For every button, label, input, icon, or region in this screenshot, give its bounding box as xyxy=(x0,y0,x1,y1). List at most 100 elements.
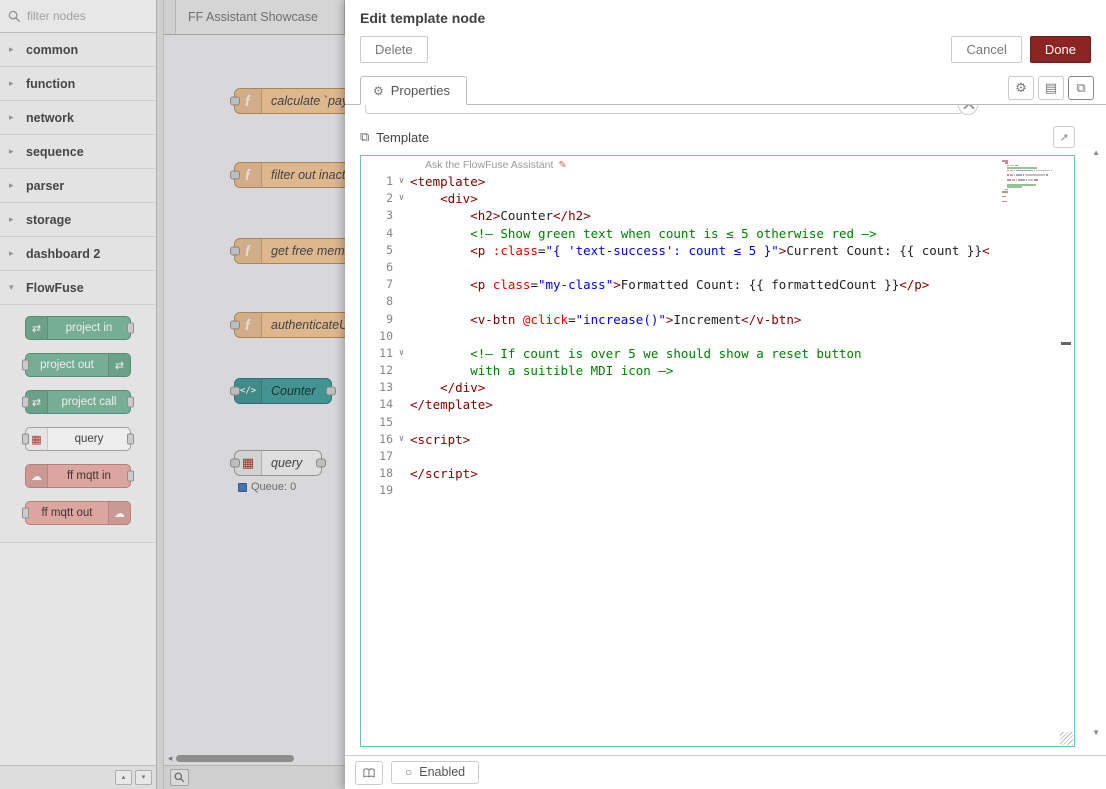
palette-node-project-in[interactable]: ⇄project in xyxy=(25,316,131,340)
palette-category-dashboard-2[interactable]: ▸dashboard 2 xyxy=(0,237,156,271)
palette-node-label: ff mqtt out xyxy=(26,502,108,524)
mqtt-icon: ☁ xyxy=(26,465,48,487)
description-button[interactable]: ▤ xyxy=(1038,76,1064,100)
cancel-button[interactable]: Cancel xyxy=(951,36,1021,63)
canvas-horizontal-scrollbar[interactable]: ◂ xyxy=(164,753,345,764)
node-port[interactable] xyxy=(230,387,240,396)
node-port[interactable] xyxy=(22,397,29,408)
palette-filter-input[interactable] xyxy=(27,9,137,23)
code-text[interactable]: <p :class="{ 'text-success': count ≤ 5 }… xyxy=(410,242,990,259)
done-button[interactable]: Done xyxy=(1030,36,1091,63)
code-text[interactable]: with a suitible MDI icon —> xyxy=(410,362,673,379)
node-port[interactable] xyxy=(127,471,134,482)
node-port[interactable] xyxy=(22,434,29,445)
line-number: 19 xyxy=(361,482,393,499)
enabled-toggle[interactable]: ○ Enabled xyxy=(391,761,479,784)
code-text[interactable]: </template> xyxy=(410,396,493,413)
workspace-footer xyxy=(164,765,345,789)
fold-toggle-icon[interactable]: ∨ xyxy=(393,190,410,207)
flow-node-get-free-memo[interactable]: ƒget free memo xyxy=(234,238,345,264)
code-text[interactable]: <p class="my-class">Formatted Count: {{ … xyxy=(410,276,929,293)
library-button[interactable] xyxy=(355,761,383,785)
node-port[interactable] xyxy=(230,459,240,468)
palette-node-project-out[interactable]: project out⇄ xyxy=(25,353,131,377)
scrolled-input-fragment[interactable] xyxy=(365,105,963,114)
expand-all-button[interactable]: ▾ xyxy=(135,770,152,785)
code-lines[interactable]: 1∨<template>2∨ <div>3 <h2>Counter</h2>4 … xyxy=(361,173,1074,500)
palette-scroll-area[interactable]: ▸common▸function▸network▸sequence▸parser… xyxy=(0,33,156,765)
scrollbar-thumb[interactable] xyxy=(176,755,294,762)
flow-node-filter-out-inacti[interactable]: ƒfilter out inacti xyxy=(234,162,345,188)
minimap[interactable] xyxy=(1002,160,1060,205)
palette-footer: ▴ ▾ xyxy=(0,765,156,789)
palette-category-common[interactable]: ▸common xyxy=(0,33,156,67)
flow-canvas[interactable]: Queue: 0 ƒcalculate `pay ƒfilter out inac… xyxy=(164,35,345,765)
line-number: 8 xyxy=(361,293,393,310)
assistant-hint[interactable]: Ask the FlowFuse Assistant ✎ xyxy=(425,159,567,171)
scroll-up-indicator[interactable] xyxy=(958,105,978,115)
node-port[interactable] xyxy=(326,387,336,396)
flow-node-query[interactable]: ▦query xyxy=(234,450,322,476)
code-line: 2∨ <div> xyxy=(361,190,1074,207)
edit-template-dialog: Edit template node Delete Cancel Done ⚙ … xyxy=(345,0,1106,789)
node-port[interactable] xyxy=(22,360,29,371)
palette-node-ff-mqtt-in[interactable]: ☁ff mqtt in xyxy=(25,464,131,488)
fold-toggle-icon[interactable]: ∨ xyxy=(393,431,410,448)
code-text[interactable]: <v-btn @click="increase()">Increment</v-… xyxy=(410,311,801,328)
code-text[interactable]: <template> xyxy=(410,173,485,190)
palette-node-label: project out xyxy=(26,354,108,376)
flow-node-authenticateu[interactable]: ƒauthenticateU xyxy=(234,312,345,338)
code-text[interactable]: <div> xyxy=(410,190,478,207)
code-text[interactable]: </script> xyxy=(410,465,478,482)
palette-search[interactable] xyxy=(0,0,156,33)
palette-category-storage[interactable]: ▸storage xyxy=(0,203,156,237)
scroll-left-icon[interactable]: ◂ xyxy=(164,753,176,764)
code-line: 8 xyxy=(361,293,1074,310)
zoom-search-button[interactable] xyxy=(170,769,189,786)
palette-category-parser[interactable]: ▸parser xyxy=(0,169,156,203)
node-port[interactable] xyxy=(230,321,240,330)
palette-resize-handle[interactable] xyxy=(157,0,164,789)
flow-node-counter[interactable]: </>Counter xyxy=(234,378,332,404)
palette-category-FlowFuse[interactable]: ▾FlowFuse xyxy=(0,271,156,305)
palette-category-sequence[interactable]: ▸sequence xyxy=(0,135,156,169)
fold-toggle-icon[interactable]: ∨ xyxy=(393,173,410,190)
node-port[interactable] xyxy=(127,397,134,408)
code-line: 13 </div> xyxy=(361,379,1074,396)
collapse-all-button[interactable]: ▴ xyxy=(115,770,132,785)
line-number: 14 xyxy=(361,396,393,413)
flow-node-calculate-pay[interactable]: ƒcalculate `pay xyxy=(234,88,345,114)
tray-scroll-up-icon[interactable]: ▲ xyxy=(1092,148,1100,157)
expand-editor-button[interactable]: ↗ xyxy=(1053,126,1075,148)
code-text[interactable]: <!— Show green text when count is ≤ 5 ot… xyxy=(410,225,877,242)
palette-node-project-call[interactable]: ⇄project call xyxy=(25,390,131,414)
queue-status-badge: Queue: 0 xyxy=(238,481,296,493)
node-settings-button[interactable]: ⚙ xyxy=(1008,76,1034,100)
fold-toggle-icon[interactable]: ∨ xyxy=(393,345,410,362)
code-text[interactable]: <script> xyxy=(410,431,470,448)
search-icon xyxy=(8,10,21,23)
appearance-button[interactable]: ⧉ xyxy=(1068,76,1094,100)
palette-category-function[interactable]: ▸function xyxy=(0,67,156,101)
tray-scroll-down-icon[interactable]: ▼ xyxy=(1092,728,1100,737)
tab-properties[interactable]: ⚙ Properties xyxy=(360,76,467,105)
node-port[interactable] xyxy=(22,508,29,519)
delete-button[interactable]: Delete xyxy=(360,36,428,63)
palette-node-ff-mqtt-out[interactable]: ff mqtt out☁ xyxy=(25,501,131,525)
palette-category-network[interactable]: ▸network xyxy=(0,101,156,135)
code-editor[interactable]: Ask the FlowFuse Assistant ✎ 1∨<template… xyxy=(360,155,1075,747)
code-text[interactable]: <!— If count is over 5 we should show a … xyxy=(410,345,862,362)
flow-tab[interactable]: FF Assistant Showcase xyxy=(175,0,345,34)
code-text[interactable]: </div> xyxy=(410,379,485,396)
node-port[interactable] xyxy=(127,323,134,334)
node-port[interactable] xyxy=(230,97,240,106)
code-text[interactable]: <h2>Counter</h2> xyxy=(410,207,591,224)
node-port[interactable] xyxy=(127,434,134,445)
node-port[interactable] xyxy=(230,171,240,180)
editor-resize-grip[interactable] xyxy=(1060,732,1073,745)
line-number: 10 xyxy=(361,328,393,345)
code-line: 3 <h2>Counter</h2> xyxy=(361,207,1074,224)
node-port[interactable] xyxy=(230,247,240,256)
node-port[interactable] xyxy=(316,459,326,468)
palette-node-query[interactable]: ▦query xyxy=(25,427,131,451)
